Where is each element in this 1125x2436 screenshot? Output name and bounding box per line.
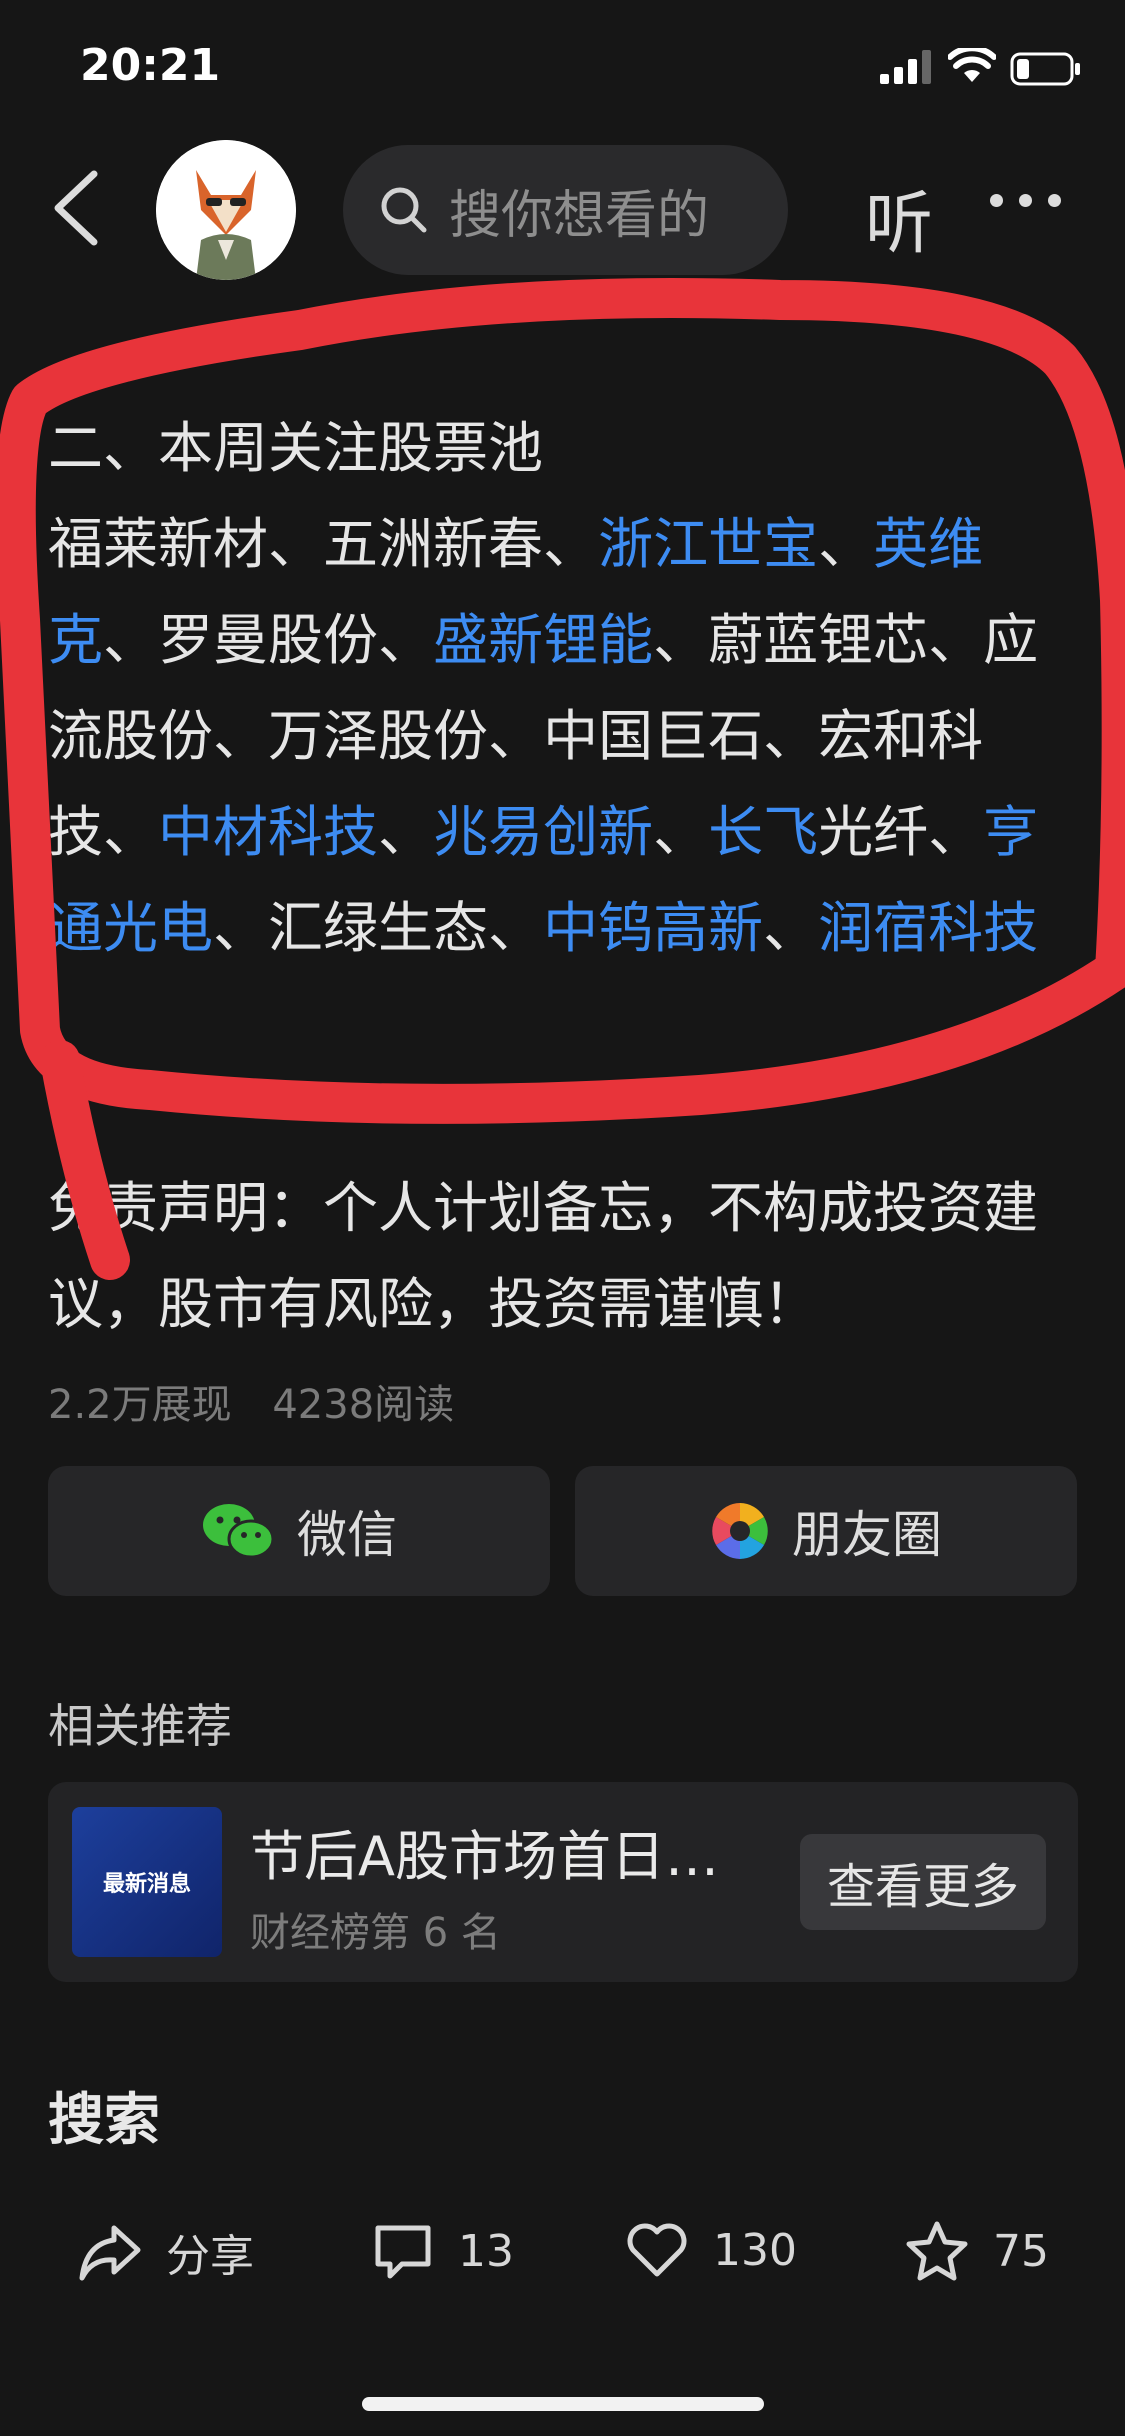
separator: 、 (928, 608, 984, 672)
avatar[interactable] (156, 140, 296, 280)
home-indicator[interactable] (362, 2397, 764, 2411)
read-count: 4238阅读 (272, 1382, 455, 1428)
stock-name: 蔚蓝锂芯 (708, 608, 929, 672)
share-moments-button[interactable]: 朋友圈 (575, 1466, 1077, 1596)
favorite-count: 75 (993, 2225, 1049, 2277)
wifi-icon (948, 48, 996, 82)
separator: 、 (543, 512, 599, 576)
separator: 、 (488, 896, 544, 960)
search-section-heading[interactable]: 搜索 (48, 2075, 160, 2156)
separator: 、 (653, 608, 709, 672)
separator: 、 (488, 704, 544, 768)
more-options-icon[interactable] (990, 194, 1061, 207)
search-bar[interactable]: 搜你想看的 (343, 145, 788, 275)
impressions-count: 2.2万展现 (48, 1382, 232, 1428)
like-count: 130 (713, 2224, 797, 2276)
separator: 、 (213, 896, 269, 960)
separator: 、 (763, 704, 819, 768)
stock-name: 中国巨石 (543, 704, 764, 768)
share-wechat-button[interactable]: 微信 (48, 1466, 550, 1596)
wechat-icon (203, 1504, 275, 1559)
separator: 、 (378, 800, 434, 864)
stock-link[interactable]: 长飞 (708, 800, 818, 864)
favorite-action[interactable]: 75 (905, 2220, 1049, 2282)
separator: 、 (378, 608, 434, 672)
disclaimer-text: 免责声明：个人计划备忘，不构成投资建议，股市有风险，投资需谨慎！ (48, 1176, 1039, 1336)
stock-name: 罗曼股份 (158, 608, 379, 672)
related-card-title: 节后A股市场首日… (250, 1825, 719, 1888)
separator: 、 (103, 608, 159, 672)
battery-icon (1010, 52, 1080, 86)
stock-link[interactable]: 中材科技 (158, 800, 378, 864)
separator: 、 (818, 512, 874, 576)
search-placeholder: 搜你想看的 (449, 185, 710, 246)
stock-name: 五洲新春 (323, 512, 544, 576)
star-icon (906, 2221, 968, 2281)
article-heading: 二、本周关注股票池 (48, 416, 544, 480)
stock-link[interactable]: 浙江世宝 (598, 512, 818, 576)
related-section-title: 相关推荐 (48, 1699, 232, 1753)
stock-list: 福莱新材、五洲新春、浙江世宝、英维克、罗曼股份、盛新锂能、蔚蓝锂芯、应流股份、万… (48, 496, 1078, 976)
back-arrow-icon[interactable] (48, 168, 104, 248)
separator: 、 (653, 800, 709, 864)
separator: 、 (928, 800, 984, 864)
stock-name: 福莱新材 (48, 512, 269, 576)
status-time: 20:21 (80, 40, 221, 91)
share-action[interactable]: 分享 (78, 2220, 254, 2284)
related-thumbnail: 最新消息 (72, 1807, 222, 1957)
stock-link[interactable]: 中钨高新 (543, 896, 763, 960)
signal-icon (880, 50, 931, 84)
search-icon (381, 187, 427, 233)
article-stats: 2.2万展现 4238阅读 (48, 1372, 454, 1430)
share-label: 分享 (166, 2231, 254, 2282)
comment-action[interactable]: 13 (372, 2220, 514, 2282)
separator: 、 (268, 512, 324, 576)
related-card-subtitle: 财经榜第 6 名 (250, 1910, 501, 1956)
related-card[interactable]: 最新消息 节后A股市场首日… 财经榜第 6 名 查看更多 (48, 1782, 1078, 1982)
separator: 、 (103, 800, 159, 864)
fox-avatar-icon (156, 140, 296, 280)
like-action[interactable]: 130 (625, 2220, 797, 2280)
separator: 、 (763, 896, 819, 960)
heart-icon (627, 2223, 687, 2277)
stock-name-suffix: 光纤 (818, 800, 929, 864)
separator: 、 (213, 704, 269, 768)
comment-count: 13 (458, 2225, 514, 2277)
listen-button[interactable]: 听 (865, 168, 933, 267)
stock-link[interactable]: 盛新锂能 (433, 608, 653, 672)
share-moments-label: 朋友圈 (792, 1506, 942, 1564)
stock-link[interactable]: 兆易创新 (433, 800, 653, 864)
stock-name: 汇绿生态 (268, 896, 489, 960)
stock-link[interactable]: 润宿科技 (818, 896, 1038, 960)
moments-icon (712, 1503, 768, 1559)
stock-name: 万泽股份 (268, 704, 489, 768)
view-more-button[interactable]: 查看更多 (800, 1834, 1046, 1930)
article-body: 二、本周关注股票池 福莱新材、五洲新春、浙江世宝、英维克、罗曼股份、盛新锂能、蔚… (48, 400, 1078, 976)
share-wechat-label: 微信 (297, 1506, 397, 1564)
share-icon (79, 2225, 141, 2281)
comment-icon (375, 2225, 431, 2279)
